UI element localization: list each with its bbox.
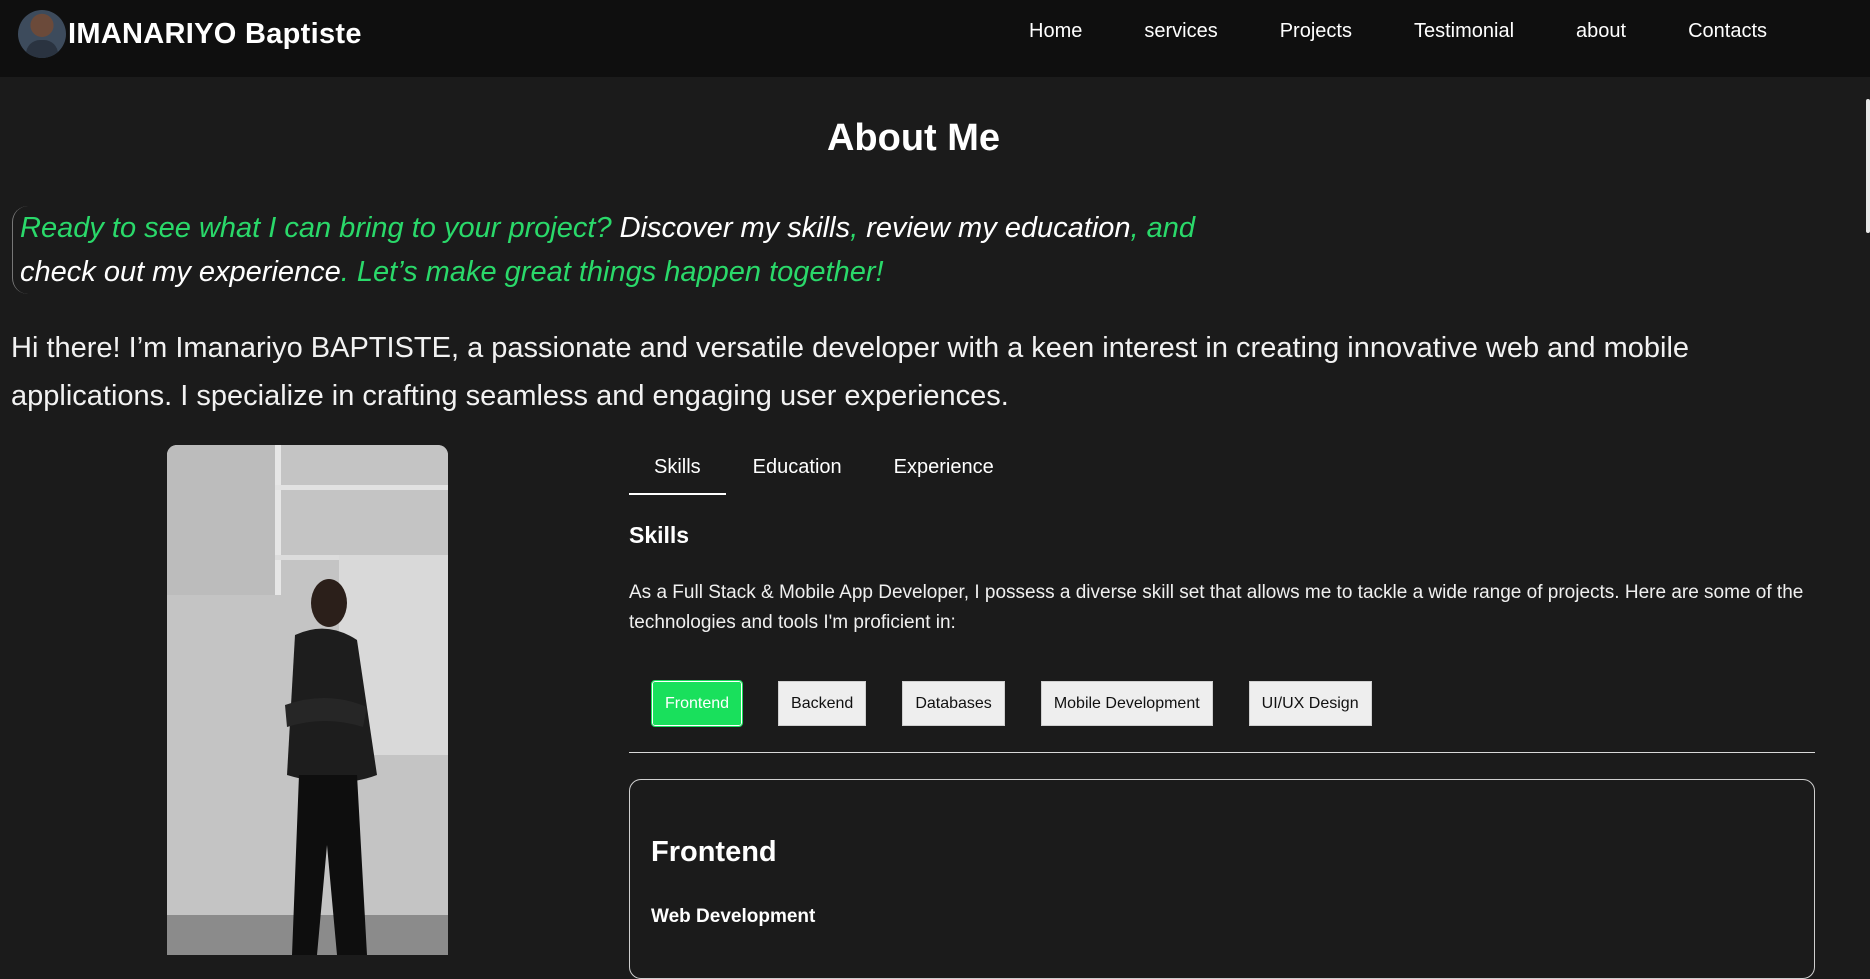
divider [629,752,1815,753]
skill-button-databases[interactable]: Databases [902,681,1005,726]
page-scrollbar[interactable] [1866,99,1870,233]
nav-link-contacts[interactable]: Contacts [1688,20,1767,43]
quote-part: , and [1130,212,1196,244]
quote-part: , [850,212,867,244]
skill-button-mobile-development[interactable]: Mobile Development [1040,681,1213,726]
quote-part: check out my experience [20,256,341,288]
brand[interactable]: IMANARIYO Baptiste [18,9,362,59]
skill-button-backend[interactable]: Backend [778,681,867,726]
skill-button-frontend[interactable]: Frontend [650,680,744,727]
nav-links: Home services Projects Testimonial about… [1000,20,1767,43]
nav-link-home[interactable]: Home [1029,20,1082,43]
quote-part: . Let’s make great things happen togethe… [340,256,884,288]
profile-photo-illustration [167,445,448,955]
quote-part: review my education [866,212,1131,244]
tab-education[interactable]: Education [728,448,867,495]
about-tabs: Skills Education Experience [629,448,1019,495]
navbar: IMANARIYO Baptiste Home services Project… [0,0,1870,77]
skill-category-buttons: Frontend Backend Databases Mobile Develo… [650,680,1408,727]
skills-description: As a Full Stack & Mobile App Developer, … [629,582,1804,633]
skill-button-ui-ux-design[interactable]: UI/UX Design [1248,681,1372,726]
panel-title: Frontend [651,836,777,868]
nav-link-about[interactable]: about [1576,20,1626,43]
profile-photo [167,445,448,955]
nav-link-testimonial[interactable]: Testimonial [1414,20,1514,43]
intro-text: Hi there! I’m Imanariyo BAPTISTE, a pass… [11,332,1690,412]
brand-name: IMANARIYO Baptiste [68,17,362,50]
tab-experience[interactable]: Experience [869,448,1019,495]
skill-detail-panel: Frontend Web Development [629,779,1815,979]
nav-link-projects[interactable]: Projects [1280,20,1352,43]
page-title: About Me [826,117,1001,159]
skills-heading: Skills [629,522,690,548]
nav-link-services[interactable]: services [1144,20,1217,43]
panel-subtitle: Web Development [651,906,816,927]
about-quote: Ready to see what I can bring to your pr… [12,206,1252,294]
avatar [18,10,66,58]
tab-skills[interactable]: Skills [629,448,726,495]
quote-part: Ready to see what I can bring to your pr… [20,212,620,244]
quote-part: Discover my skills [619,212,851,244]
